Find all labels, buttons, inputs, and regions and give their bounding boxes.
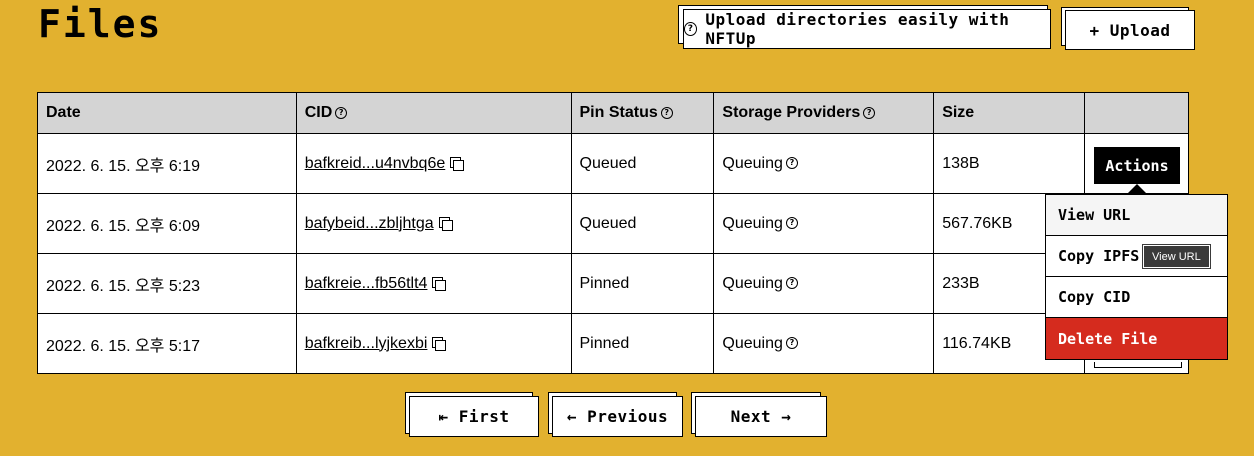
storage-cell: Queuing?	[713, 133, 935, 194]
column-header-pin-status: Pin Status?	[570, 92, 715, 134]
date-cell: 2022. 6. 15. 오후 5:17	[37, 313, 297, 374]
date-cell: 2022. 6. 15. 오후 6:09	[37, 193, 297, 254]
table-row: 2022. 6. 15. 오후 5:17 bafkreib...lyjkexbi…	[37, 313, 1189, 374]
pin-status-cell: Pinned	[570, 253, 715, 314]
table-row: 2022. 6. 15. 오후 5:23 bafkreie...fb56tlt4…	[37, 253, 1189, 314]
column-header-actions	[1084, 92, 1189, 134]
storage-cell: Queuing?	[713, 253, 935, 314]
help-icon[interactable]: ?	[785, 277, 798, 290]
help-icon[interactable]: ?	[785, 217, 798, 230]
help-icon[interactable]: ?	[785, 157, 798, 170]
next-page-button[interactable]: Next →	[691, 392, 828, 439]
copy-icon[interactable]	[432, 337, 447, 352]
cid-cell: bafkreid...u4nvbq6e	[295, 133, 572, 194]
files-table: Date CID? Pin Status? Storage Providers?…	[37, 92, 1189, 374]
copy-icon[interactable]	[438, 217, 453, 232]
nftup-button-label: Upload directories easily with NFTUp	[705, 10, 1010, 48]
copy-icon[interactable]	[450, 157, 465, 172]
first-page-label: ⇤ First	[438, 407, 510, 426]
menu-item-copy-cid[interactable]: Copy CID	[1046, 277, 1227, 318]
previous-page-label: ← Previous	[566, 407, 669, 426]
pin-status-cell: Pinned	[570, 313, 715, 374]
help-icon[interactable]: ?	[660, 106, 673, 119]
column-header-size: Size	[933, 92, 1086, 134]
storage-cell: Queuing?	[713, 313, 935, 374]
upload-button-label: + Upload	[1089, 20, 1171, 40]
previous-page-button[interactable]: ← Previous	[548, 392, 684, 439]
cid-link[interactable]: bafkreid...u4nvbq6e	[305, 155, 446, 172]
date-cell: 2022. 6. 15. 오후 6:19	[37, 133, 297, 194]
storage-cell: Queuing?	[713, 193, 935, 254]
cid-cell: bafkreie...fb56tlt4	[295, 253, 572, 314]
cid-link[interactable]: bafybeid...zbljhtga	[305, 215, 434, 232]
pin-status-cell: Queued	[570, 133, 715, 194]
cid-cell: bafybeid...zbljhtga	[295, 193, 572, 254]
tooltip: View URL	[1143, 245, 1210, 268]
cid-link[interactable]: bafkreie...fb56tlt4	[305, 275, 428, 292]
upload-button[interactable]: + Upload	[1061, 7, 1196, 51]
first-page-button[interactable]: ⇤ First	[405, 392, 540, 439]
cid-cell: bafkreib...lyjkexbi	[295, 313, 572, 374]
cid-link[interactable]: bafkreib...lyjkexbi	[305, 335, 428, 352]
menu-pointer	[1127, 184, 1147, 194]
table-row: 2022. 6. 15. 오후 6:19 bafkreid...u4nvbq6e…	[37, 133, 1189, 194]
column-header-storage-providers: Storage Providers?	[713, 92, 935, 134]
help-icon[interactable]: ?	[863, 106, 876, 119]
help-icon[interactable]: ?	[335, 106, 348, 119]
date-cell: 2022. 6. 15. 오후 5:23	[37, 253, 297, 314]
menu-item-delete-file[interactable]: Delete File	[1046, 318, 1227, 359]
page-title: Files	[38, 2, 163, 46]
column-header-date: Date	[37, 92, 297, 134]
help-icon[interactable]: ?	[785, 337, 798, 350]
size-cell: 138B	[933, 133, 1086, 194]
help-icon: ?	[684, 22, 698, 36]
copy-icon[interactable]	[432, 277, 447, 292]
next-page-label: Next →	[730, 407, 792, 426]
pin-status-cell: Queued	[570, 193, 715, 254]
table-header-row: Date CID? Pin Status? Storage Providers?…	[37, 92, 1189, 134]
nftup-button[interactable]: ? Upload directories easily with NFTUp	[678, 5, 1056, 50]
actions-button-edge	[1094, 362, 1182, 368]
column-header-cid: CID?	[295, 92, 572, 134]
table-row: 2022. 6. 15. 오후 6:09 bafybeid...zbljhtga…	[37, 193, 1189, 254]
actions-button[interactable]: Actions	[1094, 147, 1180, 184]
actions-menu: View URL Copy IPFS Copy CID Delete File	[1045, 194, 1228, 360]
menu-item-view-url[interactable]: View URL	[1046, 195, 1227, 236]
